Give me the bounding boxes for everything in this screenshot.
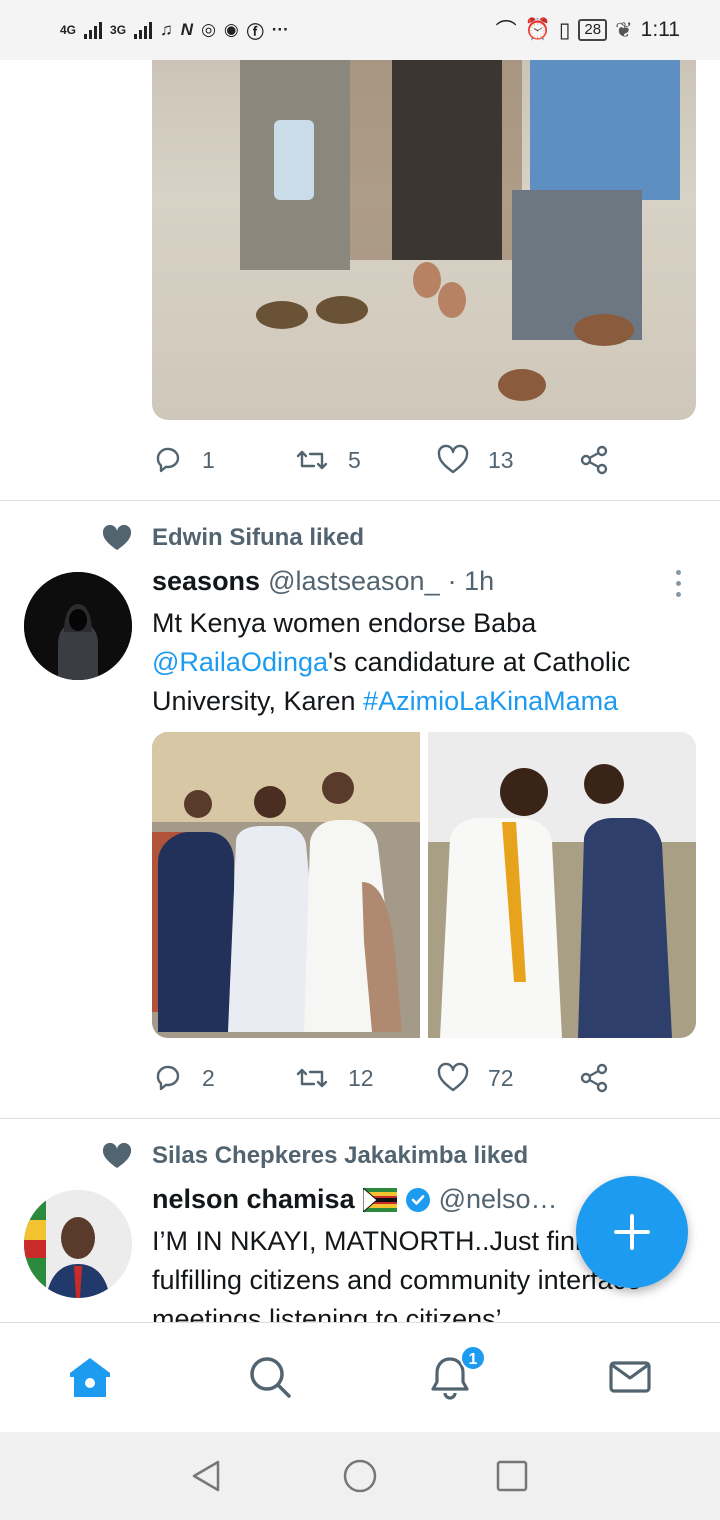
whatsapp-icon: ◎ [201, 20, 216, 39]
author-handle[interactable]: @nelso… [439, 1184, 558, 1215]
reply-icon [156, 1065, 180, 1091]
nav-search[interactable] [246, 1353, 294, 1401]
tweet-text-content: I’M IN NKAYI, MATNORTH..Just finished fu… [152, 1226, 642, 1322]
plus-icon [614, 1214, 650, 1250]
share-button[interactable] [578, 444, 610, 476]
retweet-icon [296, 1068, 328, 1088]
netflix-icon: N [180, 20, 194, 39]
tweet-photo-left[interactable] [152, 732, 420, 1038]
bottom-navigation: 1 [0, 1322, 720, 1432]
heart-icon [437, 1062, 469, 1092]
retweet-count: 5 [348, 446, 361, 473]
facebook-icon: ⓕ [246, 22, 264, 42]
liked-heart-icon [102, 524, 132, 550]
author-name[interactable]: seasons [152, 566, 260, 597]
tweet-divider [0, 1118, 720, 1119]
liked-by-label: Silas Chepkeres Jakakimba liked [152, 1142, 529, 1169]
author-handle[interactable]: @lastseason_ [268, 566, 440, 597]
author-name[interactable]: nelson chamisa [152, 1184, 355, 1215]
tweet-header: seasons @lastseason_ · 1h [152, 566, 494, 597]
recents-square-icon [496, 1460, 528, 1492]
tweet-text[interactable]: Mt Kenya women endorse Baba @RailaOdinga… [152, 604, 692, 721]
back-triangle-icon [192, 1460, 220, 1492]
retweet-icon [296, 450, 328, 470]
hashtag-link[interactable]: #AzimioLaKinaMama [363, 686, 618, 716]
back-button[interactable] [188, 1458, 224, 1494]
headphones-icon: ⌒ [495, 20, 517, 43]
avatar[interactable] [24, 572, 132, 680]
timeline-feed[interactable]: 1 5 13 Edwin Sifuna liked seasons @lasts… [0, 60, 720, 1322]
nav-home[interactable] [66, 1353, 114, 1401]
search-icon [250, 1357, 291, 1398]
social-context[interactable]: Edwin Sifuna liked [102, 524, 364, 552]
avatar[interactable] [24, 1190, 132, 1298]
share-icon [580, 445, 608, 475]
hooded-figure-avatar [24, 572, 132, 680]
tweet-time: · 1h [447, 566, 495, 596]
reply-icon [156, 447, 180, 473]
home-circle-icon [343, 1459, 377, 1493]
music-icon: ♫ [160, 20, 173, 39]
zimbabwe-flag-icon [362, 1187, 397, 1212]
home-icon [70, 1358, 110, 1397]
tweet-menu-button[interactable] [676, 570, 684, 597]
tweet-photo[interactable] [152, 60, 696, 420]
retweet-button[interactable]: 12 [294, 1062, 436, 1094]
app-icon: ◉ [223, 20, 239, 39]
nav-messages[interactable] [606, 1353, 654, 1401]
photo-illustration [240, 60, 680, 401]
more-notifications-icon: ··· [271, 20, 289, 39]
tweet-actions: 2 12 72 [152, 1058, 632, 1098]
leaf-icon: ❦ [615, 18, 633, 42]
mail-icon [609, 1361, 651, 1393]
clock-time: 1:11 [640, 18, 680, 41]
heart-icon [437, 444, 469, 474]
photo-illustration [152, 732, 420, 1038]
person-avatar [24, 1190, 132, 1298]
verified-badge-icon [405, 1187, 430, 1212]
photo-illustration-2 [428, 732, 696, 1038]
reply-count: 1 [202, 446, 215, 473]
vibrate-icon: ▯ [558, 18, 571, 42]
signal-icon-2 [134, 21, 153, 39]
share-icon [580, 1063, 608, 1093]
status-bar: 4G 3G ♫ N ◎ ◉ ⓕ ··· ⌒ ⏰ ▯ 28 ❦ 1:11 [0, 0, 720, 60]
nav-notifications[interactable]: 1 [426, 1345, 486, 1401]
tweet-photo-right[interactable] [428, 732, 696, 1038]
home-system-button[interactable] [342, 1458, 378, 1494]
signal-icon [84, 21, 103, 39]
retweet-button[interactable]: 5 [294, 444, 436, 476]
mention-link[interactable]: @RailaOdinga [152, 647, 328, 677]
system-navigation-bar [0, 1432, 720, 1520]
liked-by-label: Edwin Sifuna liked [152, 524, 365, 551]
tweet-actions: 1 5 13 [152, 440, 632, 480]
like-button[interactable]: 72 [436, 1062, 578, 1094]
network-4g-label: 4G [60, 23, 77, 37]
like-count: 13 [488, 446, 514, 473]
like-button[interactable]: 13 [436, 444, 578, 476]
tweet-text-part: Mt Kenya women endorse Baba [152, 608, 537, 638]
network-3g-label: 3G [110, 23, 127, 37]
battery-icon: 28 [578, 19, 608, 41]
like-count: 72 [488, 1064, 514, 1091]
tweet-header: nelson chamisa @nelso… [152, 1184, 558, 1215]
reply-button[interactable]: 2 [152, 1062, 294, 1094]
tweet-divider [0, 500, 720, 501]
notifications-badge: 1 [460, 1345, 486, 1371]
alarm-icon: ⏰ [524, 18, 551, 41]
retweet-count: 12 [348, 1064, 374, 1091]
recents-button[interactable] [494, 1458, 530, 1494]
social-context[interactable]: Silas Chepkeres Jakakimba liked [102, 1142, 528, 1170]
liked-heart-icon [102, 1142, 132, 1168]
reply-count: 2 [202, 1064, 215, 1091]
compose-tweet-button[interactable] [576, 1176, 688, 1288]
reply-button[interactable]: 1 [152, 444, 294, 476]
share-button[interactable] [578, 1062, 610, 1094]
